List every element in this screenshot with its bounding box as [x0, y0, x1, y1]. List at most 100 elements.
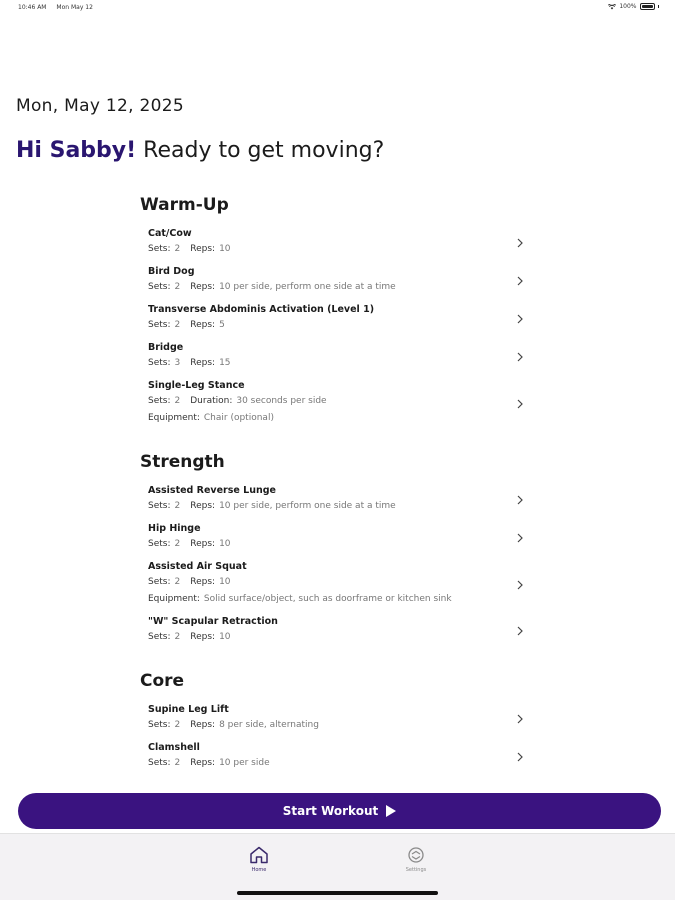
greeting: Hi Sabby! Ready to get moving?	[16, 138, 384, 163]
exercise-row[interactable]: Supine Leg Lift Sets: 2 Reps: 8 per side, al…	[140, 700, 532, 738]
battery-tip	[657, 5, 659, 8]
status-date: Mon May 12	[56, 4, 93, 11]
detail-value: 2	[174, 758, 181, 768]
status-time: 10:46 AM	[18, 4, 47, 11]
detail-key: Equipment:	[148, 594, 200, 604]
detail-key: Sets:	[148, 282, 171, 292]
detail-key: Sets:	[148, 758, 171, 768]
exercise-name: Assisted Air Squat	[148, 561, 247, 572]
exercise-name: Clamshell	[148, 742, 200, 753]
detail-value: 10 per side, perform one side at a time	[219, 501, 396, 511]
home-icon	[250, 846, 268, 864]
detail-value: 2	[174, 501, 181, 511]
exercise-row[interactable]: Assisted Air Squat Sets: 2 Reps: 10 Equipment…	[140, 557, 532, 612]
exercise-name: Bridge	[148, 342, 184, 353]
chevron-right-icon	[517, 626, 523, 636]
detail-value: 2	[174, 720, 181, 730]
detail-key: Sets:	[148, 358, 171, 368]
exercise-name: Supine Leg Lift	[148, 704, 229, 715]
exercise-detail: Sets: 2 Reps: 10	[148, 629, 532, 646]
exercise-detail: Sets: 2 Reps: 10 per side, perform one side…	[148, 498, 532, 515]
exercise-name: Hip Hinge	[148, 523, 201, 534]
home-indicator	[237, 891, 438, 895]
exercise-detail: Sets: 2 Duration: 30 seconds per side	[148, 393, 532, 410]
current-date: Mon, May 12, 2025	[16, 96, 185, 116]
chevron-right-icon	[517, 399, 523, 408]
greeting-name: Hi Sabby!	[16, 138, 137, 163]
exercise-detail: Sets: 2 Reps: 10	[148, 536, 532, 553]
detail-value: 10	[219, 539, 231, 549]
exercise-detail: Sets: 2 Reps: 10	[148, 574, 532, 591]
exercise-row[interactable]: Assisted Reverse Lunge Sets: 2 Reps: 10 per …	[140, 481, 532, 519]
wifi-icon	[608, 3, 617, 9]
chevron-right-icon	[517, 752, 523, 762]
detail-value: 2	[174, 539, 181, 549]
detail-value: Solid surface/object, such as doorframe …	[203, 594, 452, 604]
detail-value: 10	[219, 632, 231, 642]
chevron-right-icon	[517, 580, 523, 589]
exercise-row[interactable]: Cat/Cow Sets: 2 Reps: 10	[140, 224, 532, 262]
start-workout-label: Start Workout	[282, 804, 379, 818]
detail-key: Reps:	[190, 577, 216, 587]
detail-key: Reps:	[190, 244, 216, 254]
detail-value: 2	[174, 577, 181, 587]
detail-value: 10	[219, 577, 231, 587]
start-workout-button[interactable]: Start Workout	[18, 793, 661, 829]
battery-icon	[639, 3, 655, 10]
exercise-name: Assisted Reverse Lunge	[148, 485, 276, 496]
exercise-name: Bird Dog	[148, 266, 195, 277]
exercise-name: Single-Leg Stance	[148, 380, 245, 391]
detail-key: Sets:	[148, 244, 171, 254]
detail-value: 2	[174, 320, 181, 330]
detail-value: 8 per side, alternating	[219, 720, 319, 730]
play-icon	[386, 805, 397, 817]
detail-value: 2	[174, 282, 181, 292]
detail-key: Reps:	[190, 320, 216, 330]
section-title: Strength	[140, 452, 225, 472]
detail-value: 2	[174, 632, 181, 642]
exercise-row[interactable]: "W" Scapular Retraction Sets: 2 Reps: 10	[140, 612, 532, 650]
greeting-message: Ready to get moving?	[136, 138, 385, 163]
status-left: 10:46 AM Mon May 12	[18, 4, 101, 11]
detail-key: Equipment:	[148, 413, 200, 423]
detail-key: Sets:	[148, 577, 171, 587]
detail-key: Sets:	[148, 720, 171, 730]
chevron-right-icon	[517, 495, 523, 505]
exercise-detail: Sets: 2 Reps: 10 per side, perform one side…	[148, 279, 532, 296]
detail-key: Sets:	[148, 632, 171, 642]
exercise-row[interactable]: Bird Dog Sets: 2 Reps: 10 per side, perform …	[140, 262, 532, 300]
chevron-right-icon	[517, 238, 523, 248]
battery-percent: 100%	[619, 3, 637, 10]
tab-home[interactable]: Home	[229, 846, 289, 873]
detail-key: Reps:	[190, 632, 216, 642]
exercise-detail: Sets: 2 Reps: 8 per side, alternating	[148, 717, 532, 734]
workout-list[interactable]: Warm-Up Cat/Cow Sets: 2 Reps: 10 Bird Dog Sets:…	[140, 186, 532, 792]
exercise-row[interactable]: Transverse Abdominis Activation (Level 1…	[140, 300, 532, 338]
exercise-name: "W" Scapular Retraction	[148, 616, 278, 627]
detail-value: 10 per side	[219, 758, 270, 768]
exercise-detail: Sets: 2 Reps: 5	[148, 317, 532, 334]
detail-key: Reps:	[190, 358, 216, 368]
chevron-right-icon	[517, 352, 523, 362]
detail-key: Reps:	[190, 501, 216, 511]
exercise-detail: Sets: 3 Reps: 15	[148, 355, 532, 372]
chevron-right-icon	[517, 314, 523, 324]
detail-value: 30 seconds per side	[236, 396, 327, 406]
section-title: Core	[140, 671, 185, 691]
exercise-name: Transverse Abdominis Activation (Level 1…	[148, 304, 375, 315]
detail-key: Duration:	[190, 396, 233, 406]
status-right: 100%	[608, 3, 659, 10]
exercise-row[interactable]: Clamshell Sets: 2 Reps: 10 per side	[140, 738, 532, 776]
exercise-row[interactable]: Bridge Sets: 3 Reps: 15	[140, 338, 532, 376]
detail-value: Chair (optional)	[203, 413, 274, 423]
detail-key: Reps:	[190, 282, 216, 292]
exercise-row[interactable]: Hip Hinge Sets: 2 Reps: 10	[140, 519, 532, 557]
exercise-row[interactable]: Single-Leg Stance Sets: 2 Duration: 30 secon…	[140, 376, 532, 431]
tab-settings[interactable]: Settings	[386, 846, 446, 873]
detail-value: 5	[219, 320, 225, 330]
detail-value: 10 per side, perform one side at a time	[219, 282, 396, 292]
chevron-right-icon	[517, 714, 523, 724]
exercise-detail: Equipment: Chair (optional)	[148, 410, 532, 427]
